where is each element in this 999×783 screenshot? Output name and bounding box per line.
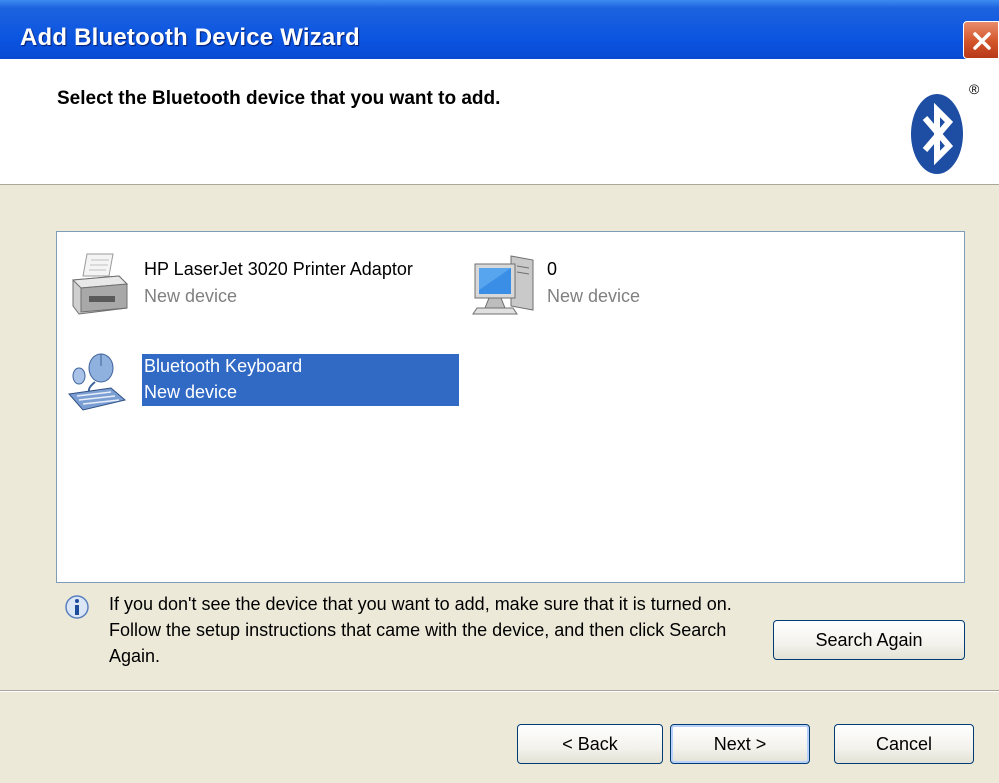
page-title: Select the Bluetooth device that you wan… — [57, 88, 501, 109]
back-button[interactable]: < Back — [517, 724, 663, 764]
device-name: 0 — [547, 259, 558, 279]
wizard-window: Add Bluetooth Device Wizard Select the B… — [0, 0, 999, 783]
info-icon — [63, 593, 91, 626]
device-status: New device — [144, 286, 238, 306]
keyboard-mouse-icon — [65, 346, 129, 421]
device-status: New device — [144, 382, 238, 402]
device-list[interactable]: HP LaserJet 3020 Printer Adaptor New dev… — [56, 231, 965, 583]
computer-icon — [471, 250, 537, 325]
info-message: If you don't see the device that you wan… — [109, 594, 732, 666]
device-name: HP LaserJet 3020 Printer Adaptor — [144, 259, 413, 279]
window-title: Add Bluetooth Device Wizard — [20, 24, 360, 51]
svg-text:®: ® — [969, 81, 980, 97]
device-name: Bluetooth Keyboard — [144, 356, 303, 376]
divider — [0, 690, 999, 692]
printer-icon — [69, 250, 131, 325]
bluetooth-logo-icon: ® — [905, 78, 995, 193]
cancel-button[interactable]: Cancel — [834, 724, 974, 764]
close-button[interactable] — [963, 21, 999, 59]
wizard-header: Select the Bluetooth device that you wan… — [0, 59, 999, 185]
search-again-button[interactable]: Search Again — [773, 620, 965, 660]
device-status: New device — [547, 286, 641, 306]
next-button[interactable]: Next > — [670, 724, 810, 764]
close-icon — [973, 32, 991, 50]
